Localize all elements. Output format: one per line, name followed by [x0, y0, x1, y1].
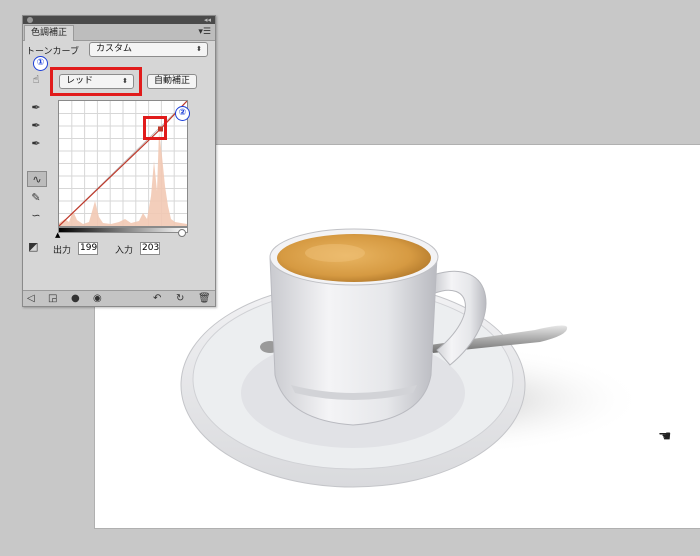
clip-layer-icon[interactable]: ◲: [48, 292, 57, 305]
input-field[interactable]: 203: [140, 242, 160, 255]
input-gradient-bar: [58, 227, 188, 233]
hand-tool-cursor-icon: ☚: [658, 427, 672, 445]
channel-select[interactable]: レッド ⬍: [59, 74, 134, 89]
callout-number-1: ①: [33, 56, 48, 71]
panel-tab-row: 色調補正 ▾☰: [23, 24, 215, 41]
collapse-icon[interactable]: ◂◂: [204, 16, 211, 24]
channel-value: レッド: [66, 76, 94, 86]
callout-number-2: ②: [175, 106, 190, 121]
back-arrow-icon[interactable]: ◁: [27, 292, 35, 305]
curve-point-tool-icon[interactable]: ∿: [27, 171, 47, 187]
target-adjust-hand-icon[interactable]: ☝: [28, 72, 44, 88]
output-field[interactable]: 199: [78, 242, 98, 255]
tone-curve-label: トーンカーブ: [26, 47, 80, 57]
reset-icon[interactable]: ↻: [176, 292, 184, 305]
clipping-warning-icon[interactable]: ◩: [28, 240, 38, 253]
tab-adjustments[interactable]: 色調補正: [24, 25, 75, 41]
adjustments-panel: ◂◂ 色調補正 ▾☰ トーンカーブ カスタム ⬍ ① ☝ レッド ⬍ 自動補正 …: [22, 15, 216, 307]
pencil-tool-icon[interactable]: ✎: [28, 190, 44, 206]
black-point-slider[interactable]: ▲: [55, 231, 60, 239]
close-icon[interactable]: [27, 17, 33, 23]
input-label: 入力: [115, 246, 134, 256]
output-label: 出力: [53, 246, 72, 256]
select-arrows-icon: ⬍: [122, 77, 128, 85]
smooth-curve-icon[interactable]: ∽: [28, 208, 44, 224]
visibility-toggle-icon[interactable]: ●: [71, 292, 80, 305]
view-previous-icon[interactable]: ↶: [153, 292, 161, 305]
white-point-slider[interactable]: [178, 229, 186, 237]
panel-titlebar[interactable]: ◂◂: [23, 16, 215, 24]
select-arrows-icon: ⬍: [196, 45, 202, 53]
trash-icon[interactable]: 🗑: [198, 292, 211, 305]
preset-value: カスタム: [96, 44, 133, 54]
auto-button[interactable]: 自動補正: [147, 74, 197, 89]
black-eyedropper-icon[interactable]: ✒: [28, 100, 44, 116]
preset-select[interactable]: カスタム ⬍: [89, 42, 208, 57]
eye-icon[interactable]: ◉: [93, 292, 102, 305]
white-eyedropper-icon[interactable]: ✒: [28, 136, 44, 152]
curve-graph[interactable]: [58, 100, 188, 227]
panel-footer: ◁ ◲ ● ◉ ↶ ↻ 🗑: [23, 290, 215, 306]
callout-box-point: [143, 116, 167, 140]
gray-eyedropper-icon[interactable]: ✒: [28, 118, 44, 134]
panel-menu-icon[interactable]: ▾☰: [198, 25, 211, 39]
